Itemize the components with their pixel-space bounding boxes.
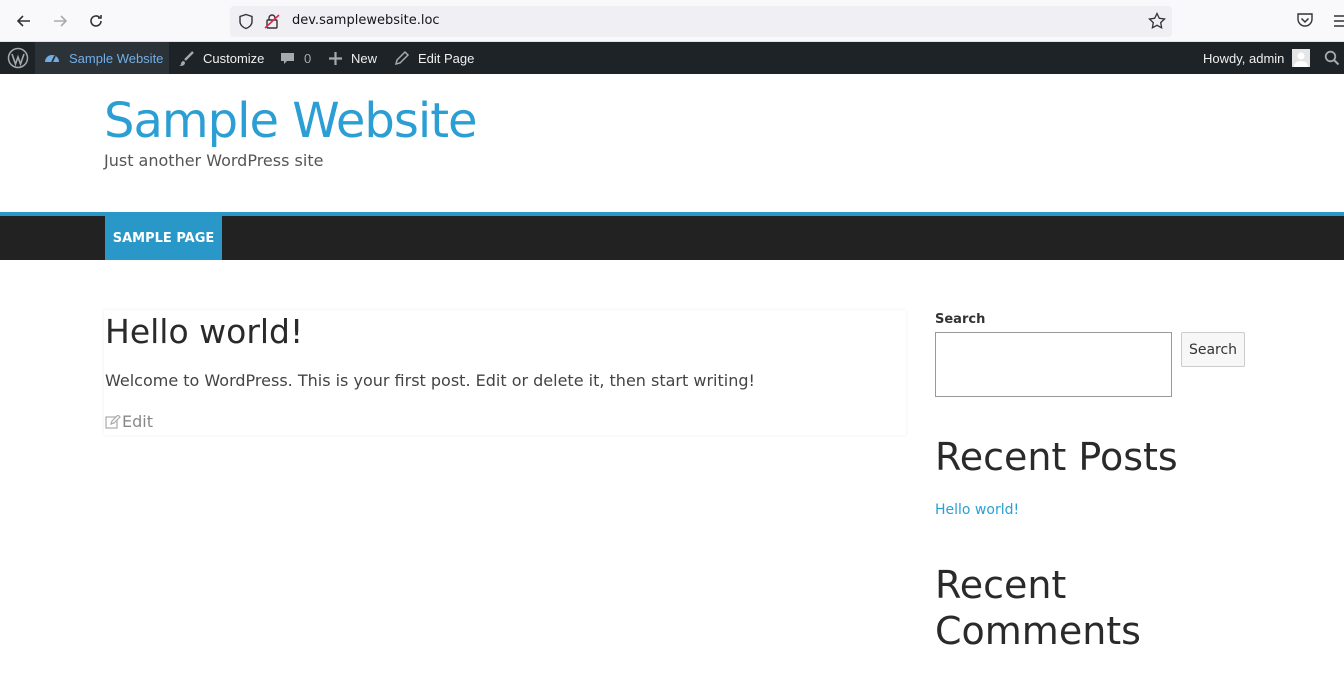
site-name-label: Sample Website <box>69 50 164 66</box>
browser-toolbar: dev.samplewebsite.loc <box>0 0 1344 42</box>
recent-comments-title-line2: Comments <box>935 609 1141 653</box>
shield-icon[interactable] <box>238 13 254 34</box>
post-title[interactable]: Hello world! <box>105 312 303 351</box>
wordpress-logo-icon[interactable] <box>0 42 35 74</box>
new-label: New <box>351 50 378 66</box>
greeting-label: Howdy, admin <box>1203 50 1285 66</box>
post-edit-link[interactable]: Edit <box>105 412 153 431</box>
search-button[interactable]: Search <box>1181 332 1245 367</box>
brush-icon <box>179 50 194 66</box>
lock-icon[interactable] <box>264 13 280 34</box>
comment-bubble-icon <box>281 52 294 64</box>
reload-icon[interactable] <box>84 9 108 33</box>
back-icon[interactable] <box>12 9 36 33</box>
recent-comments-title-line1: Recent <box>935 563 1067 607</box>
admin-bar-site-name[interactable]: Sample Website <box>35 42 169 74</box>
post-body: Welcome to WordPress. This is your first… <box>105 371 755 390</box>
admin-bar-customize[interactable]: Customize <box>178 42 264 74</box>
admin-bar-account[interactable]: Howdy, admin <box>1203 42 1311 74</box>
post-article: Hello world! Welcome to WordPress. This … <box>104 310 906 435</box>
nav-item-sample-page[interactable]: SAMPLE PAGE <box>105 216 222 260</box>
plus-icon <box>329 51 342 65</box>
admin-bar-new[interactable]: New <box>328 42 377 74</box>
address-bar[interactable]: dev.samplewebsite.loc <box>230 6 1172 37</box>
search-icon[interactable] <box>1324 42 1344 74</box>
recent-post-link[interactable]: Hello world! <box>935 502 1019 518</box>
forward-icon[interactable] <box>48 9 72 33</box>
dashboard-icon <box>45 55 59 63</box>
recent-posts-title: Recent Posts <box>935 435 1178 479</box>
pencil-icon <box>394 50 410 66</box>
search-label: Search <box>935 312 986 327</box>
search-input[interactable] <box>935 332 1172 397</box>
edit-label: Edit <box>122 412 153 431</box>
site-title[interactable]: Sample Website <box>104 93 478 149</box>
main-navigation: SAMPLE PAGE <box>0 212 1344 260</box>
admin-bar-edit-page[interactable]: Edit Page <box>394 42 474 74</box>
wp-admin-bar: Sample Website Customize 0 New Edit Page… <box>0 42 1344 74</box>
avatar <box>1292 49 1311 67</box>
site-tagline: Just another WordPress site <box>104 151 324 170</box>
customize-label: Customize <box>203 50 265 66</box>
edit-page-label: Edit Page <box>418 50 475 66</box>
recent-comments-title: Recent Comments <box>935 562 1141 654</box>
edit-icon <box>105 414 121 429</box>
pocket-icon[interactable] <box>1296 11 1314 33</box>
comments-count: 0 <box>304 50 312 66</box>
menu-icon[interactable] <box>1334 13 1344 32</box>
url-text[interactable]: dev.samplewebsite.loc <box>292 13 440 28</box>
bookmark-star-icon[interactable] <box>1148 11 1166 34</box>
admin-bar-comments[interactable]: 0 <box>279 42 311 74</box>
